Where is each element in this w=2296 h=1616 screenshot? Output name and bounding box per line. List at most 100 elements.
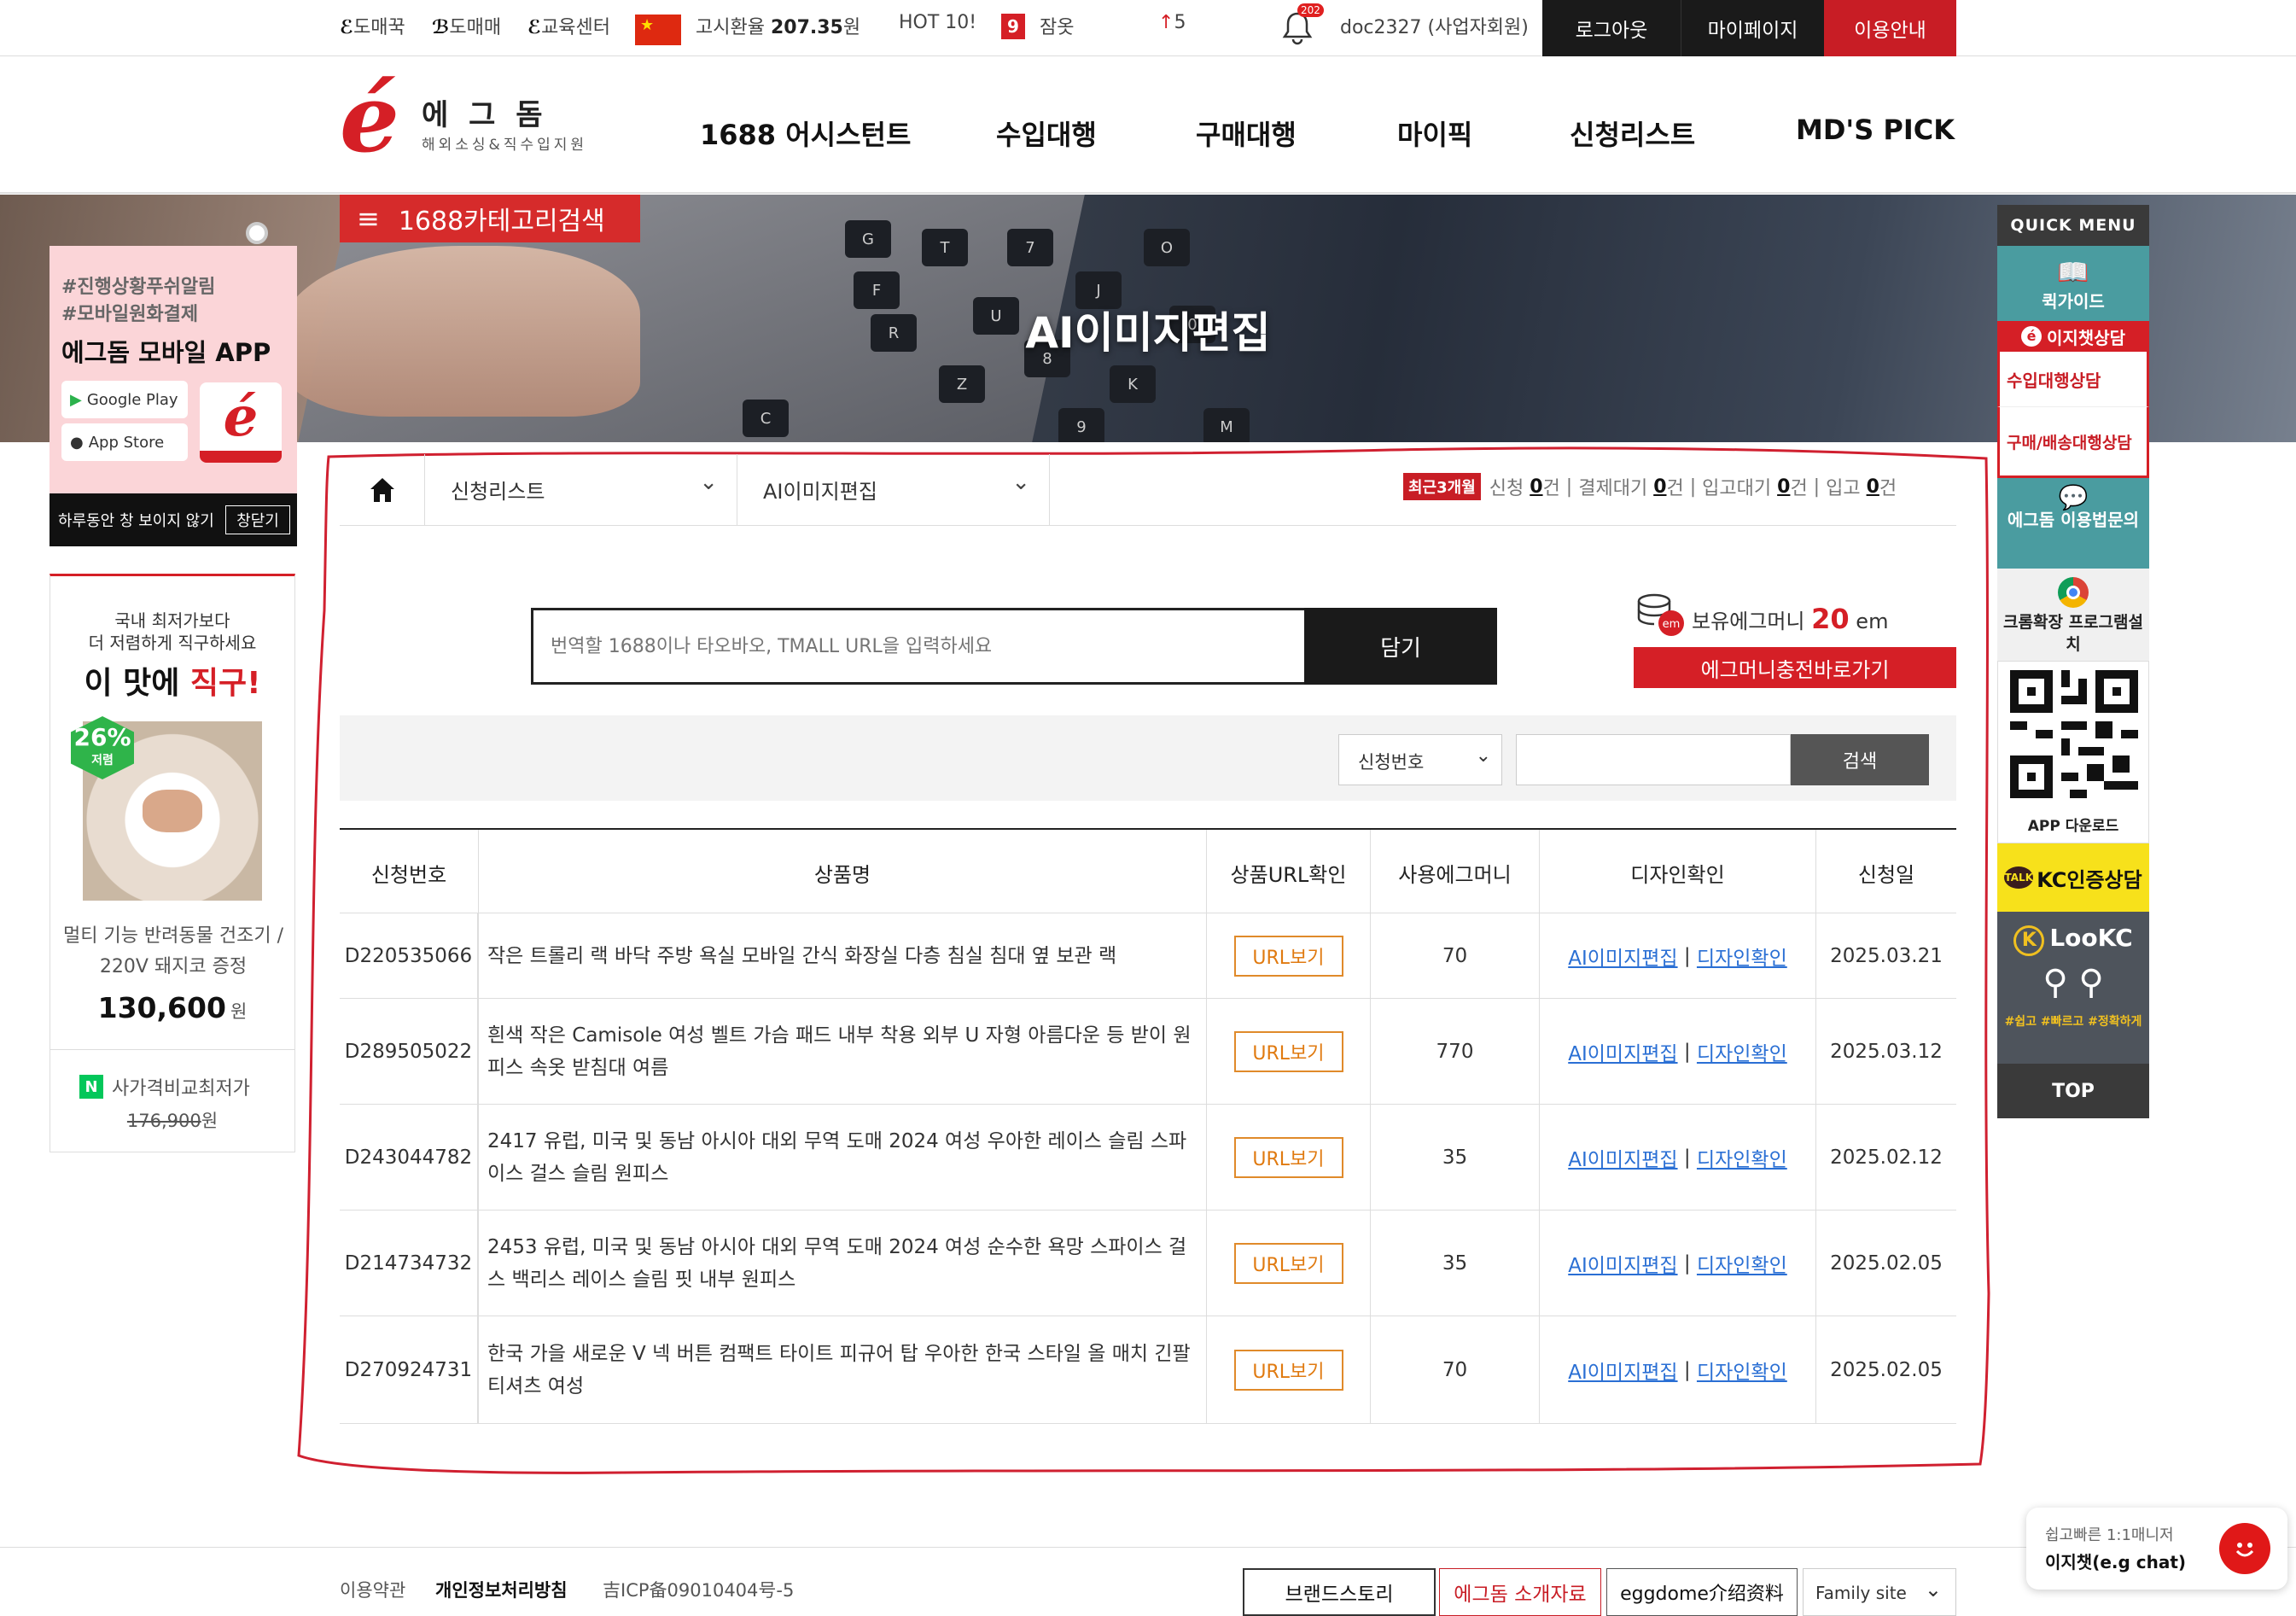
chevron-down-icon: ⌄ <box>699 470 718 495</box>
table-row: D214734732 2453 유럽, 미국 및 동남 아시아 대외 무역 도매… <box>340 1211 1956 1316</box>
lookc-banner[interactable]: K LooKC ⚲ ⚲ #쉽고 #빠르고 #정확하게 <box>1997 912 2149 1064</box>
purchase-consult-button[interactable]: 구매/배송대행상담 <box>1997 406 2149 478</box>
privacy-link[interactable]: 개인정보처리방침 <box>435 1577 568 1602</box>
arrow-up-icon: ↑ <box>1158 12 1174 33</box>
ai-image-edit-link[interactable]: AI이미지편집 <box>1568 942 1677 971</box>
url-view-button[interactable]: URL보기 <box>1233 1349 1343 1391</box>
scroll-top-button[interactable]: TOP <box>1997 1064 2149 1118</box>
design-confirm-link[interactable]: 디자인확인 <box>1697 1249 1787 1278</box>
kakao-talk-icon: TALK <box>2004 866 2034 889</box>
close-popup-button[interactable]: 창닫기 <box>225 505 290 534</box>
ai-image-edit-link[interactable]: AI이미지편집 <box>1568 1143 1677 1172</box>
app-promo-banner[interactable]: #진행상황푸쉬알림 #모바일원화결제 에그돔 모바일 APP ▶ Google P… <box>50 246 297 493</box>
chrome-extension-button[interactable]: 크롬확장 프로그램설치 <box>1997 569 2149 661</box>
domeggook-link[interactable]: ℰ도매꾹 <box>340 12 405 39</box>
design-confirm-link[interactable]: 디자인확인 <box>1697 1143 1787 1172</box>
nav-purchase-agency[interactable]: 구매대행 <box>1196 114 1297 153</box>
hot-keyword-link[interactable]: 잠옷 <box>1040 12 1074 39</box>
hide-today-link[interactable]: 하루동안 창 보이지 않기 <box>58 509 214 531</box>
easychat-button[interactable]: é 이지챗상담 <box>1997 321 2149 352</box>
design-links: AI이미지편집 | 디자인확인 <box>1540 999 1816 1104</box>
breadcrumb-select-list[interactable]: 신청리스트 ⌄ <box>425 454 737 526</box>
mypage-button[interactable]: 마이페이지 <box>1681 0 1824 56</box>
search-button[interactable]: 검색 <box>1791 734 1929 785</box>
design-links: AI이미지편집 | 디자인확인 <box>1540 1211 1816 1316</box>
logo-title: 에 그 돔 <box>422 98 548 132</box>
chevron-down-icon: ⌄ <box>1475 745 1491 767</box>
request-stats: 최근3개월 신청 0건 | 결제대기 0건 | 입고대기 0건 | 입고 0건 <box>1403 473 1897 500</box>
used-emoney: 70 <box>1371 913 1540 998</box>
terms-link[interactable]: 이용약관 <box>340 1577 405 1602</box>
product-name: 2417 유럽, 미국 및 동남 아시아 대외 무역 도매 2024 여성 우아… <box>478 1105 1207 1210</box>
search-input[interactable] <box>1516 734 1791 785</box>
notification-bell-icon[interactable]: 202 <box>1279 3 1324 46</box>
request-date: 2025.02.05 <box>1830 1251 1943 1275</box>
book-icon: 📖 <box>2057 258 2089 288</box>
law-inquiry-button[interactable]: 💬 에그돔 이용법문의 <box>1997 478 2149 569</box>
eggdome-logo[interactable]: é 에 그 돔 해외소싱&직수입지원 <box>340 63 613 173</box>
hot-rank-badge: 9 <box>1001 14 1025 39</box>
design-confirm-link[interactable]: 디자인확인 <box>1697 1037 1787 1066</box>
design-confirm-link[interactable]: 디자인확인 <box>1697 1356 1787 1385</box>
url-view-button[interactable]: URL보기 <box>1233 1136 1343 1178</box>
slider-dot-icon[interactable] <box>246 222 268 244</box>
nav-request-list[interactable]: 신청리스트 <box>1570 114 1695 153</box>
category-search-button[interactable]: ≡ 1688카테고리검색 <box>340 195 640 242</box>
footer: 이용약관 개인정보처리방침 吉ICP备09010404号-5 브랜드스토리 에그… <box>0 1547 2296 1616</box>
domeme-link[interactable]: ℬ도매매 <box>432 12 501 39</box>
mascot-icon: ⚲ ⚲ <box>2043 963 2104 1002</box>
table-header: 신청번호 상품명 상품URL확인 사용에그머니 디자인확인 신청일 <box>340 828 1956 915</box>
edu-center-link[interactable]: ℰ교육센터 <box>527 12 610 39</box>
product-name: 2453 유럽, 미국 및 동남 아시아 대외 무역 도매 2024 여성 순수… <box>478 1211 1207 1316</box>
nav-mypick[interactable]: 마이픽 <box>1397 114 1472 153</box>
chat-smile-icon <box>2219 1523 2270 1574</box>
easychat-widget[interactable]: 쉽고빠른 1:1매니저 이지챗(e.g chat) <box>2026 1508 2287 1590</box>
url-input[interactable] <box>531 608 1304 685</box>
chrome-icon <box>2058 577 2089 608</box>
product-name: 흰색 작은 Camisole 여성 벨트 가슴 패드 내부 착용 외부 U 자형… <box>478 999 1207 1104</box>
product-price: 130,600 원 <box>97 991 248 1024</box>
product-ad-card[interactable]: 국내 최저가보다 더 저렴하게 직구하세요 이 맛에 직구! 26% 저렴 멀티… <box>50 574 295 1152</box>
product-name: 작은 트롤리 랙 바닥 주방 욕실 모바일 간식 화장실 다층 침실 침대 옆 … <box>478 913 1207 998</box>
nav-import-agency[interactable]: 수입대행 <box>996 114 1097 153</box>
design-links: AI이미지편집 | 디자인확인 <box>1540 1105 1816 1210</box>
intro-material-button[interactable]: 에그돔 소개자료 <box>1439 1568 1601 1616</box>
qr-code-icon <box>2010 670 2138 798</box>
product-name[interactable]: 멀티 기능 반려동물 건조기 / 220V 돼지코 증정 <box>61 921 286 983</box>
design-links: AI이미지편집 | 디자인확인 <box>1540 1316 1816 1423</box>
kc-consult-button[interactable]: TALK KC인증상담 <box>1997 843 2149 912</box>
brand-story-button[interactable]: 브랜드스토리 <box>1243 1568 1436 1616</box>
add-url-button[interactable]: 담기 <box>1304 608 1497 685</box>
breadcrumb: 신청리스트 ⌄ AI이미지편집 ⌄ 최근3개월 신청 0건 | 결제대기 0건 … <box>340 454 1956 526</box>
home-icon[interactable] <box>340 454 425 526</box>
logout-button[interactable]: 로그아웃 <box>1542 0 1681 56</box>
design-confirm-link[interactable]: 디자인확인 <box>1697 942 1787 971</box>
url-view-button[interactable]: URL보기 <box>1233 1030 1343 1072</box>
chevron-down-icon: ⌄ <box>1924 1578 1942 1601</box>
guide-button[interactable]: 이용안내 <box>1824 0 1956 56</box>
nav-1688-assistant[interactable]: 1688 어시스턴트 <box>700 114 911 153</box>
intro-cn-button[interactable]: eggdome介绍资料 <box>1606 1568 1798 1616</box>
kc-mark-icon: K <box>2013 925 2045 956</box>
ai-image-edit-link[interactable]: AI이미지편집 <box>1568 1356 1677 1385</box>
search-type-select[interactable]: 신청번호 ⌄ <box>1338 734 1502 785</box>
nav-mds-pick[interactable]: MD'S PICK <box>1796 114 1955 146</box>
url-view-button[interactable]: URL보기 <box>1233 935 1343 977</box>
family-site-select[interactable]: Family site ⌄ <box>1803 1568 1956 1616</box>
request-id: D270924731 <box>340 1316 478 1423</box>
ai-image-edit-link[interactable]: AI이미지편집 <box>1568 1037 1677 1066</box>
logo-e-icon: é <box>340 63 399 173</box>
google-play-button[interactable]: ▶ Google Play <box>61 381 188 418</box>
quick-guide-button[interactable]: 📖 퀵가이드 <box>1997 246 2149 321</box>
app-title: 에그돔 모바일 APP <box>61 338 271 367</box>
emoney-charge-button[interactable]: 에그머니충전바로가기 <box>1634 647 1956 688</box>
app-store-button[interactable]: ● App Store <box>61 423 188 461</box>
col-request-date: 신청일 <box>1857 862 1915 887</box>
page-title: AI이미지편집 <box>1025 308 1271 358</box>
app-download-qr[interactable]: APP 다운로드 <box>1997 661 2149 843</box>
ai-image-edit-link[interactable]: AI이미지편집 <box>1568 1249 1677 1278</box>
product-name: 한국 가을 새로운 V 넥 버튼 컴팩트 타이트 피규어 탑 우아한 한국 스타… <box>478 1316 1207 1423</box>
import-consult-button[interactable]: 수입대행상담 <box>1997 352 2149 406</box>
breadcrumb-select-page[interactable]: AI이미지편집 ⌄ <box>737 454 1050 526</box>
url-view-button[interactable]: URL보기 <box>1233 1242 1343 1284</box>
